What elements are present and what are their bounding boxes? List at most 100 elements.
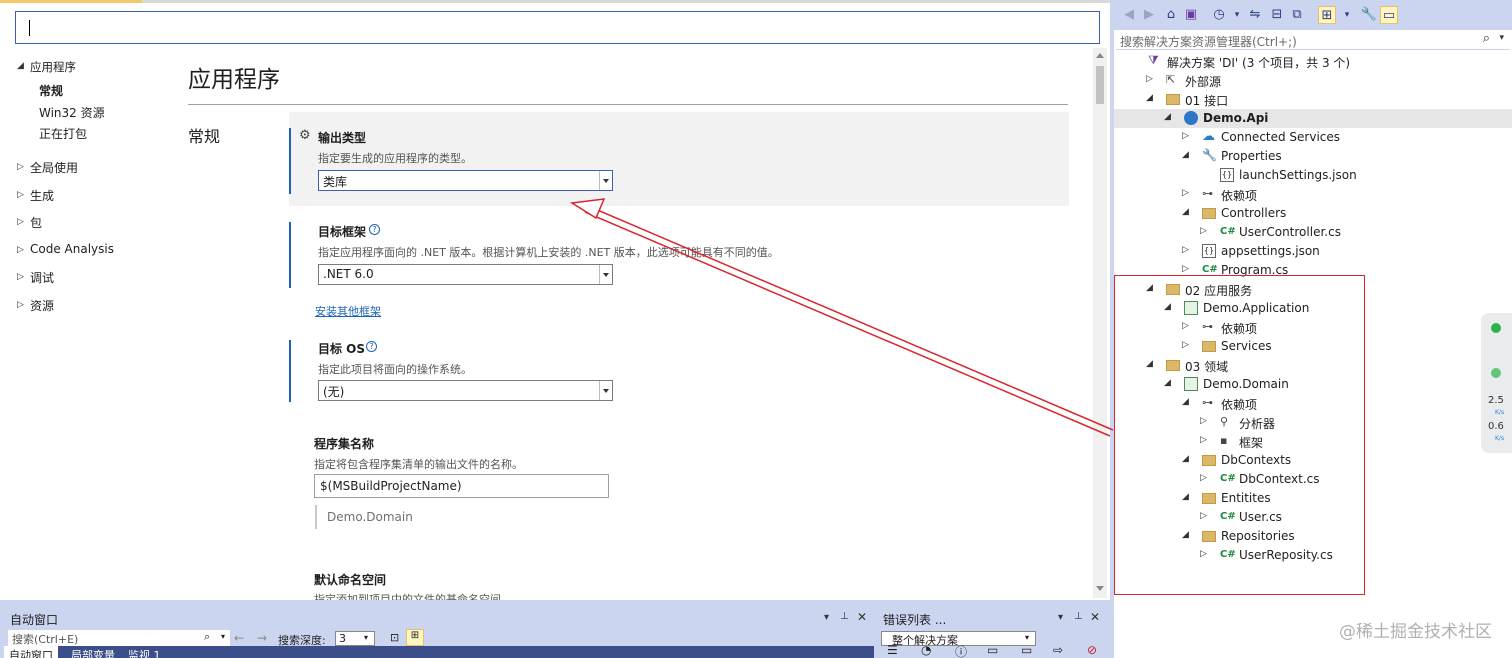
chevron-down-icon[interactable]: ▾ [221,632,225,641]
collapsed-arrow-icon[interactable]: ▷ [17,272,24,282]
pin-icon[interactable]: ⊥ [840,611,849,622]
nav-application[interactable]: 应用程序 [30,59,76,75]
chevron-down-icon[interactable]: ▾ [364,633,368,642]
forward-icon[interactable]: ▶ [1140,6,1158,24]
dropdown-icon[interactable]: ▾ [824,612,829,623]
show-all-files-icon[interactable]: ⧉ [1288,6,1306,24]
tree-item[interactable]: ◢ 🔧 Properties [1114,147,1512,166]
settings-search-input[interactable] [15,11,1100,44]
dropdown-icon[interactable]: ▾ [1058,612,1063,623]
web-project-icon [1184,111,1198,125]
expanded-arrow-icon[interactable]: ◢ [17,61,24,71]
search-icon[interactable]: ⌕ [1483,31,1490,46]
setting-bar [289,222,291,288]
search-icon[interactable]: ⌕ [204,630,210,644]
back-icon[interactable]: ◀ [1120,6,1138,24]
scroll-thumb[interactable] [1096,66,1104,104]
collapsed-arrow-icon[interactable]: ▷ [17,217,24,227]
home-icon[interactable]: ⌂ [1162,6,1180,24]
scroll-up-icon[interactable] [1096,53,1104,58]
collapsed-arrow-icon[interactable]: ▷ [17,190,24,200]
collapsed-arrow-icon[interactable]: ▷ [1200,226,1207,236]
tab-watch-1[interactable]: 监视 1 [123,646,166,658]
switch-view-icon[interactable]: ▣ [1182,6,1200,24]
solution-search-input[interactable]: 搜索解决方案资源管理器(Ctrl+;) ⌕ ▾ [1116,30,1510,50]
target-framework-label: 目标框架 [318,225,367,239]
collapsed-arrow-icon[interactable]: ▷ [17,162,24,172]
assembly-name-input[interactable]: $(MSBuildProjectName) [314,474,609,498]
nav-build[interactable]: 生成 [30,187,54,204]
tab-locals[interactable]: 局部变量 [66,646,120,658]
help-icon[interactable]: ? [366,341,377,352]
chevron-down-icon[interactable]: ▾ [1228,6,1246,24]
autos-title: 自动窗口 [10,613,59,627]
expanded-arrow-icon[interactable]: ◢ [1182,150,1189,160]
collapsed-arrow-icon[interactable]: ▷ [1146,74,1153,84]
export-icon[interactable]: ⇨ [1053,643,1063,657]
build-filter-icon[interactable]: ▭ [987,643,998,657]
forward-arrow-icon[interactable]: → [257,631,267,645]
chevron-down-icon[interactable]: ▾ [1025,633,1029,642]
network-speed-widget[interactable]: 2.5 K/s 0.6 K/s [1481,313,1512,453]
collapsed-arrow-icon[interactable]: ▷ [1182,188,1189,198]
preview-icon[interactable]: ▭ [1380,6,1398,24]
warning-filter-icon[interactable]: ◔ [921,643,931,657]
nav-code-analysis[interactable]: Code Analysis [30,242,114,256]
message-filter-icon[interactable]: ⓘ [955,643,967,658]
properties-tree-icon[interactable]: ⊞ [1318,6,1336,24]
tree-item[interactable]: ◢ 01 接口 [1114,90,1512,109]
scroll-down-icon[interactable] [1096,586,1104,591]
tree-item[interactable]: {} launchSettings.json [1114,166,1512,185]
back-arrow-icon[interactable]: ← [234,631,244,645]
nav-package[interactable]: 包 [30,214,42,231]
error-filter-icon[interactable]: ☰ [887,643,898,657]
chevron-down-icon[interactable] [599,171,612,190]
tree-item[interactable]: ▷ ⇱ 外部源 [1114,71,1512,90]
nav-global-usings[interactable]: 全局使用 [30,159,78,176]
nav-resources[interactable]: 资源 [30,297,54,314]
expanded-arrow-icon[interactable]: ◢ [1182,207,1189,217]
nav-general[interactable]: 常规 [39,82,63,99]
expanded-arrow-icon[interactable]: ◢ [1146,93,1153,103]
install-framework-link[interactable]: 安装其他框架 [315,303,381,319]
intellisense-filter-icon[interactable]: ▭ [1021,643,1032,657]
close-icon[interactable]: ✕ [857,610,867,624]
tree-item[interactable]: ◢ Controllers [1114,204,1512,223]
clear-icon[interactable]: ⊘ [1087,643,1097,657]
sync-icon[interactable]: ⇋ [1246,6,1264,24]
target-os-select[interactable]: (无) [318,380,613,401]
chevron-down-icon[interactable] [599,265,612,284]
wrench-icon[interactable]: 🔧 [1360,6,1378,24]
pending-changes-icon[interactable]: ◷ [1210,6,1228,24]
close-icon[interactable]: ✕ [1090,610,1100,624]
chevron-down-icon[interactable] [599,381,612,400]
help-icon[interactable]: ? [369,224,380,235]
chevron-down-icon[interactable]: ▾ [1499,33,1504,43]
collapse-all-icon[interactable]: ⊟ [1268,6,1286,24]
pin-icon[interactable]: ⊥ [1074,611,1083,622]
tree-item[interactable]: ▷ {} appsettings.json [1114,242,1512,261]
nav-debug[interactable]: 调试 [30,269,54,286]
output-type-select[interactable]: 类库 [318,170,613,191]
collapsed-arrow-icon[interactable]: ▷ [17,245,24,255]
nav-packaging[interactable]: 正在打包 [39,125,87,142]
tree-item[interactable]: ▷ ☁ Connected Services [1114,128,1512,147]
vertical-scrollbar[interactable] [1093,48,1107,598]
collapsed-arrow-icon[interactable]: ▷ [1182,131,1189,141]
collapsed-arrow-icon[interactable]: ▷ [17,300,24,310]
tree-item[interactable]: ▷ C# UserController.cs [1114,223,1512,242]
toggle-icon[interactable]: ⊞ [406,629,424,646]
collapsed-arrow-icon[interactable]: ▷ [1182,264,1189,274]
tree-item[interactable]: ⧩ 解决方案 'DI' (3 个项目，共 3 个) [1114,52,1512,71]
autos-search-input[interactable]: 搜索(Ctrl+E) ⌕ ▾ [8,630,230,646]
search-depth-select[interactable]: 3 ▾ [335,631,375,646]
expanded-arrow-icon[interactable]: ◢ [1164,112,1171,122]
collapsed-arrow-icon[interactable]: ▷ [1182,245,1189,255]
tree-item[interactable]: ▷ ⊶ 依赖项 [1114,185,1512,204]
watch-icon[interactable]: ⊡ [390,631,399,644]
target-framework-select[interactable]: .NET 6.0 [318,264,613,285]
nav-win32-resources[interactable]: Win32 资源 [39,104,105,121]
tab-autos[interactable]: 自动窗口 [4,646,58,658]
tree-item[interactable]: ◢ Demo.Api [1114,109,1512,128]
chevron-down-icon[interactable]: ▾ [1338,6,1356,24]
